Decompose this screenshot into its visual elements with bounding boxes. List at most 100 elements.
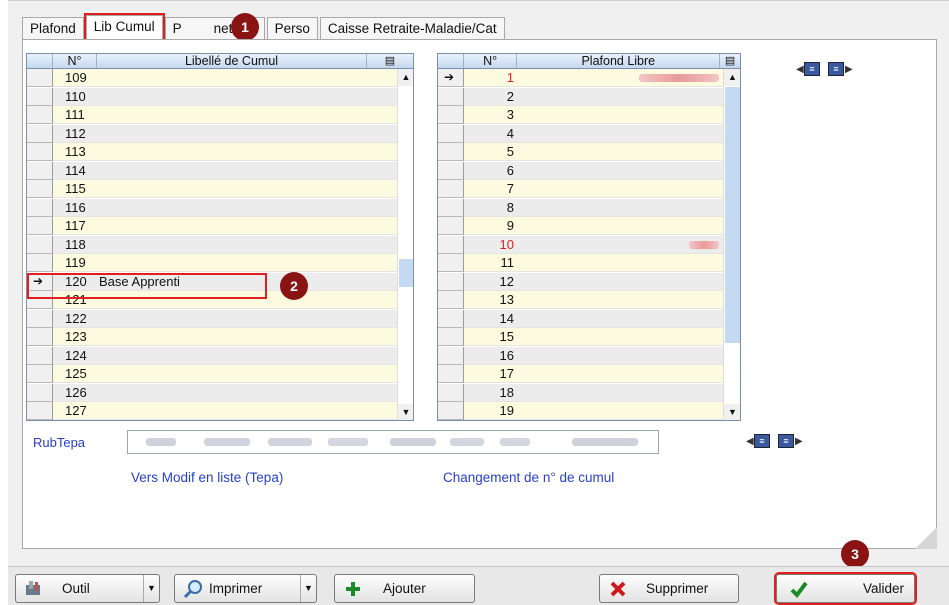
cell-libelle[interactable]: [97, 161, 397, 180]
tab-lib-cumul[interactable]: Lib Cumul: [83, 13, 165, 41]
cell-num[interactable]: 1: [464, 69, 518, 87]
cell-num[interactable]: 2: [464, 87, 518, 106]
row-selector[interactable]: [27, 365, 53, 383]
table-row[interactable]: 124: [27, 346, 397, 365]
row-selector[interactable]: [438, 198, 464, 217]
row-selector[interactable]: [438, 346, 464, 365]
cell-num[interactable]: 114: [53, 161, 97, 180]
cell-num[interactable]: 111: [53, 106, 97, 124]
table-row[interactable]: 7: [438, 180, 723, 198]
row-selector[interactable]: [27, 198, 53, 217]
table-row[interactable]: 123: [27, 328, 397, 346]
cell-plafond-libre[interactable]: [518, 217, 723, 235]
table-row[interactable]: 4: [438, 124, 723, 143]
cell-num[interactable]: 122: [53, 309, 97, 328]
cell-libelle[interactable]: [97, 383, 397, 402]
tab-caisse[interactable]: Caisse Retraite-Maladie/Cat: [319, 17, 505, 39]
cell-num[interactable]: 116: [53, 198, 97, 217]
row-selector[interactable]: [438, 106, 464, 124]
row-selector[interactable]: [438, 402, 464, 420]
libelle-cumul-grid[interactable]: N° Libellé de Cumul ▤ 109 110 111 112 113 114…: [26, 53, 414, 421]
row-selector[interactable]: ➔: [438, 69, 464, 87]
row-selector[interactable]: [438, 143, 464, 161]
ajouter-button[interactable]: Ajouter: [334, 574, 475, 603]
tab-perso[interactable]: Perso: [266, 17, 318, 39]
table-row[interactable]: 14: [438, 309, 723, 328]
table-row[interactable]: 9: [438, 217, 723, 235]
cell-num[interactable]: 123: [53, 328, 97, 346]
table-row[interactable]: 118: [27, 235, 397, 254]
cell-plafond-libre[interactable]: [518, 124, 723, 143]
cell-num[interactable]: 127: [53, 402, 97, 420]
move-tepa-left-icon[interactable]: ≡: [754, 434, 770, 448]
cell-plafond-libre[interactable]: [518, 309, 723, 328]
row-selector[interactable]: [27, 124, 53, 143]
row-selector[interactable]: [27, 217, 53, 235]
cell-plafond-libre[interactable]: [518, 383, 723, 402]
cell-plafond-libre[interactable]: [518, 291, 723, 309]
table-row[interactable]: 16: [438, 346, 723, 365]
cell-libelle[interactable]: [97, 143, 397, 161]
table-row[interactable]: 112: [27, 124, 397, 143]
cell-num[interactable]: 115: [53, 180, 97, 198]
cell-num[interactable]: 15: [464, 328, 518, 346]
row-selector[interactable]: [438, 161, 464, 180]
move-record-left-icon[interactable]: ≡: [804, 62, 820, 76]
table-row[interactable]: ➔ 1: [438, 69, 723, 87]
plafond-libre-grid[interactable]: N° Plafond Libre ▤ ➔ 1 2 3 4 5 6 7 8 9 10 11 12 13 14 1…: [437, 53, 741, 421]
scroll-down-button[interactable]: ▼: [398, 404, 413, 420]
table-row[interactable]: 127: [27, 402, 397, 420]
imprimer-button[interactable]: Imprimer ▼: [174, 574, 317, 603]
cell-num[interactable]: 118: [53, 235, 97, 254]
cell-num[interactable]: 125: [53, 365, 97, 383]
col-header-label[interactable]: Libellé de Cumul: [97, 54, 367, 68]
cell-libelle[interactable]: [97, 346, 397, 365]
cell-num[interactable]: 13: [464, 291, 518, 309]
table-row[interactable]: 109: [27, 69, 397, 87]
scroll-thumb[interactable]: [725, 87, 740, 343]
table-row[interactable]: 115: [27, 180, 397, 198]
cell-num[interactable]: 9: [464, 217, 518, 235]
cell-plafond-libre[interactable]: [518, 328, 723, 346]
scroll-thumb[interactable]: [399, 259, 413, 287]
table-row[interactable]: 11: [438, 254, 723, 272]
tab-plafond[interactable]: Plafond: [22, 17, 84, 39]
cell-num[interactable]: 8: [464, 198, 518, 217]
table-row[interactable]: 13: [438, 291, 723, 309]
table-row[interactable]: 19: [438, 402, 723, 420]
cell-num[interactable]: 109: [53, 69, 97, 87]
cell-plafond-libre[interactable]: [518, 254, 723, 272]
outil-dropdown-icon[interactable]: ▼: [143, 575, 159, 602]
row-selector[interactable]: [438, 87, 464, 106]
table-row[interactable]: 117: [27, 217, 397, 235]
row-selector[interactable]: [438, 291, 464, 309]
cell-plafond-libre[interactable]: [518, 87, 723, 106]
cell-num[interactable]: 3: [464, 106, 518, 124]
changement-cumul-link[interactable]: Changement de n° de cumul: [443, 470, 614, 485]
row-selector[interactable]: [438, 254, 464, 272]
row-selector[interactable]: [27, 402, 53, 420]
cell-plafond-libre[interactable]: [518, 161, 723, 180]
cell-plafond-libre[interactable]: [518, 69, 723, 87]
row-selector[interactable]: [438, 124, 464, 143]
table-row[interactable]: 3: [438, 106, 723, 124]
row-selector[interactable]: [438, 328, 464, 346]
table-row[interactable]: 18: [438, 383, 723, 402]
row-selector[interactable]: [438, 383, 464, 402]
cell-num[interactable]: 6: [464, 161, 518, 180]
table-row[interactable]: 15: [438, 328, 723, 346]
cell-plafond-libre[interactable]: [518, 402, 723, 420]
cell-num[interactable]: 110: [53, 87, 97, 106]
table-row[interactable]: 2: [438, 87, 723, 106]
row-selector[interactable]: [27, 180, 53, 198]
table-row[interactable]: 126: [27, 383, 397, 402]
row-selector[interactable]: [27, 235, 53, 254]
cell-num[interactable]: 4: [464, 124, 518, 143]
cell-plafond-libre[interactable]: [518, 365, 723, 383]
table-row[interactable]: 8: [438, 198, 723, 217]
cell-libelle[interactable]: [97, 106, 397, 124]
table-row[interactable]: 114: [27, 161, 397, 180]
cell-libelle[interactable]: [97, 124, 397, 143]
column-chooser-icon[interactable]: ▤: [367, 54, 413, 68]
row-selector[interactable]: [27, 383, 53, 402]
